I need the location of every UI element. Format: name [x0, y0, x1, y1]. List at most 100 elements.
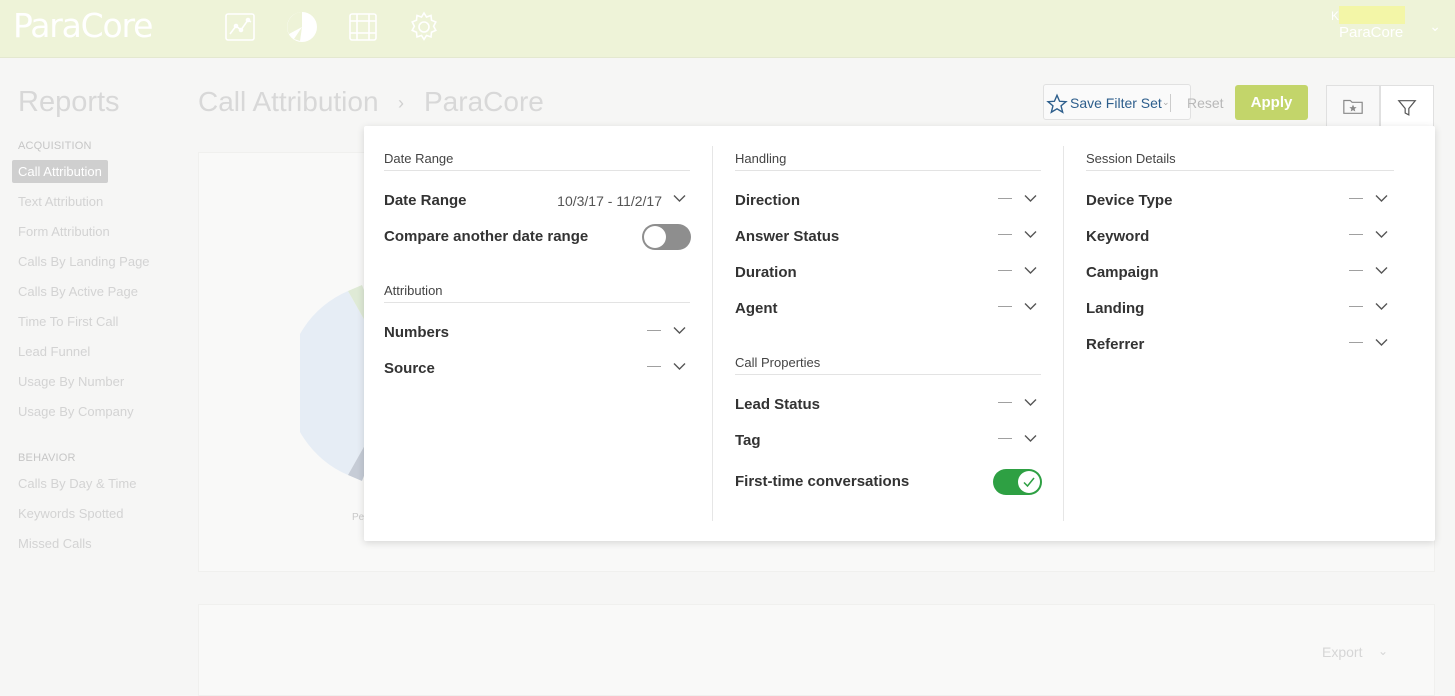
group-title-session-details: Session Details: [1086, 151, 1176, 166]
user-name-redaction: [1339, 6, 1405, 24]
sidebar-item-missed-calls[interactable]: Missed Calls: [18, 536, 92, 551]
chevron-down-icon[interactable]: [1375, 302, 1388, 311]
chevron-down-icon[interactable]: [1024, 398, 1037, 407]
filter-icon: [1397, 99, 1417, 116]
chevron-down-icon[interactable]: [1375, 194, 1388, 203]
filter-label: Referrer: [1086, 336, 1145, 353]
filter-value: —: [647, 357, 661, 373]
sidebar-item-calls-by-landing-page[interactable]: Calls By Landing Page: [18, 254, 150, 269]
sidebar-item-usage-by-company[interactable]: Usage By Company: [18, 404, 134, 419]
filter-value: —: [647, 321, 661, 337]
compare-date-range-toggle[interactable]: [642, 224, 691, 250]
sidebar-item-call-attribution[interactable]: Call Attribution: [12, 160, 108, 183]
filter-value: —: [1349, 333, 1363, 349]
group-title-handling: Handling: [735, 151, 787, 166]
filter-value: —: [998, 261, 1012, 277]
sidebar-item-usage-by-number[interactable]: Usage By Number: [18, 374, 124, 389]
star-icon: [1046, 93, 1068, 114]
first-time-conversations-toggle[interactable]: [993, 469, 1042, 495]
filter-row-keyword[interactable]: Keyword —: [1086, 225, 1392, 249]
account-name: ParaCore: [1339, 24, 1404, 41]
filter-row-numbers[interactable]: Numbers —: [384, 321, 690, 345]
date-range-value[interactable]: 10/3/17 - 11/2/17: [557, 193, 662, 209]
filter-value: —: [1349, 225, 1363, 241]
divider: [735, 170, 1041, 171]
filter-row-landing[interactable]: Landing —: [1086, 297, 1392, 321]
breadcrumb-report[interactable]: Call Attribution: [198, 86, 379, 118]
filter-row-campaign[interactable]: Campaign —: [1086, 261, 1392, 285]
reset-button[interactable]: Reset: [1187, 95, 1224, 111]
export-chevron-icon[interactable]: ⌄: [1378, 644, 1388, 658]
filter-row-device-type[interactable]: Device Type —: [1086, 189, 1392, 213]
column-divider: [712, 146, 713, 521]
chevron-down-icon[interactable]: [673, 362, 686, 371]
filter-value: —: [998, 225, 1012, 241]
apply-button[interactable]: Apply: [1235, 85, 1308, 120]
chevron-down-icon: ⌄: [1162, 97, 1170, 107]
group-title-date-range: Date Range: [384, 151, 454, 166]
filter-toggle-button[interactable]: [1380, 85, 1434, 129]
filter-row-answer-status[interactable]: Answer Status —: [735, 225, 1041, 249]
reports-title: Reports: [18, 86, 120, 118]
group-title-call-properties: Call Properties: [735, 355, 821, 370]
filter-row-source[interactable]: Source —: [384, 357, 690, 381]
chevron-down-icon[interactable]: [1375, 338, 1388, 347]
integrations-icon[interactable]: [347, 11, 379, 43]
sidebar-item-lead-funnel[interactable]: Lead Funnel: [18, 344, 90, 359]
filter-label: Lead Status: [735, 396, 821, 413]
filter-label: Duration: [735, 264, 797, 281]
top-bar: ParaCore K ParaCore ⌄: [0, 0, 1455, 58]
filter-label: Keyword: [1086, 228, 1150, 245]
save-filter-set-button[interactable]: Save Filter Set ⌄: [1043, 84, 1191, 120]
filter-row-referrer[interactable]: Referrer —: [1086, 333, 1392, 357]
checkmark-icon: [1023, 477, 1035, 488]
chevron-down-icon[interactable]: [1024, 266, 1037, 275]
filter-row-duration[interactable]: Duration —: [735, 261, 1041, 285]
divider: [1170, 94, 1171, 112]
chevron-down-icon[interactable]: [1375, 266, 1388, 275]
group-title-attribution: Attribution: [384, 283, 443, 298]
chevron-down-icon[interactable]: ⌄: [1429, 18, 1441, 35]
filter-label: Campaign: [1086, 264, 1159, 281]
filter-row-tag[interactable]: Tag —: [735, 429, 1041, 453]
chevron-down-icon[interactable]: [1024, 434, 1037, 443]
filter-label: Tag: [735, 432, 761, 449]
chevron-down-icon[interactable]: [1024, 302, 1037, 311]
analytics-icon[interactable]: [224, 11, 256, 43]
filter-row-direction[interactable]: Direction —: [735, 189, 1041, 213]
save-filter-set-label: Save Filter Set: [1070, 95, 1162, 111]
sidebar-item-form-attribution[interactable]: Form Attribution: [18, 224, 110, 239]
export-button[interactable]: Export: [1322, 644, 1362, 660]
chevron-down-icon[interactable]: [673, 326, 686, 335]
sidebar-item-text-attribution[interactable]: Text Attribution: [18, 194, 103, 209]
chevron-down-icon[interactable]: [1024, 194, 1037, 203]
user-menu[interactable]: K ParaCore ⌄: [1331, 6, 1441, 46]
filter-row-date-range[interactable]: Date Range 10/3/17 - 11/2/17: [384, 189, 690, 213]
filter-label: Agent: [735, 300, 778, 317]
table-card: [198, 604, 1435, 696]
sidebar-item-keywords-spotted[interactable]: Keywords Spotted: [18, 506, 124, 521]
filter-label: Direction: [735, 192, 801, 209]
chevron-down-icon[interactable]: [1024, 230, 1037, 239]
chevron-down-icon[interactable]: [1375, 230, 1388, 239]
toggle-knob: [1018, 471, 1040, 493]
filter-value: —: [1349, 261, 1363, 277]
settings-icon[interactable]: [408, 11, 440, 43]
pie-chart-icon[interactable]: [286, 11, 318, 43]
filter-label: Answer Status: [735, 228, 840, 245]
saved-filters-button[interactable]: [1326, 85, 1380, 127]
filter-row-agent[interactable]: Agent —: [735, 297, 1041, 321]
logo[interactable]: ParaCore: [13, 6, 153, 45]
compare-date-range-label: Compare another date range: [384, 228, 589, 245]
filter-label: Numbers: [384, 324, 450, 341]
filter-value: —: [998, 189, 1012, 205]
filter-row-lead-status[interactable]: Lead Status —: [735, 393, 1041, 417]
sidebar-item-time-to-first-call[interactable]: Time To First Call: [18, 314, 118, 329]
sidebar-item-calls-by-active-page[interactable]: Calls By Active Page: [18, 284, 138, 299]
filter-value: —: [998, 297, 1012, 313]
filter-label: Source: [384, 360, 435, 377]
divider: [1086, 170, 1394, 171]
chart-label-fragment: Pe: [352, 512, 365, 523]
chevron-down-icon[interactable]: [673, 194, 686, 203]
sidebar-item-calls-by-day-time[interactable]: Calls By Day & Time: [18, 476, 136, 491]
